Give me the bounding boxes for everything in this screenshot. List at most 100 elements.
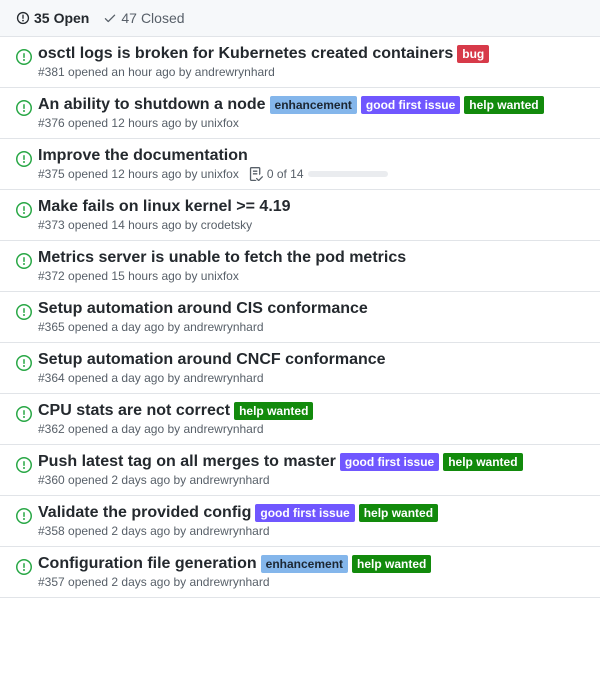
issue-label[interactable]: help wanted [359, 504, 438, 522]
issue-meta: #376 opened 12 hours ago by unixfox [38, 116, 584, 130]
issue-body: Setup automation around CIS conformance #… [38, 300, 584, 334]
issue-row: CPU stats are not correcthelp wanted #362… [0, 394, 600, 445]
issue-body: Improve the documentation #375 opened 12 … [38, 147, 584, 181]
issue-title-link[interactable]: Setup automation around CIS conformance [38, 300, 368, 318]
issue-title-row: An ability to shutdown a nodeenhancement… [38, 96, 584, 114]
issue-title-link[interactable]: Make fails on linux kernel >= 4.19 [38, 198, 291, 216]
issue-open-icon [16, 300, 38, 334]
issue-label[interactable]: help wanted [352, 555, 431, 573]
issue-title-link[interactable]: An ability to shutdown a node [38, 96, 266, 114]
issue-title-row: Metrics server is unable to fetch the po… [38, 249, 584, 267]
issue-open-icon [16, 198, 38, 232]
issue-body: Push latest tag on all merges to masterg… [38, 453, 584, 487]
tab-closed-label: Closed [141, 10, 185, 26]
issue-label[interactable]: enhancement [270, 96, 357, 114]
issue-open-icon [16, 351, 38, 385]
issue-title-link[interactable]: Configuration file generation [38, 555, 257, 573]
issue-labels: good first issuehelp wanted [340, 453, 523, 471]
issue-open-icon [16, 504, 38, 538]
issue-body: Configuration file generationenhancement… [38, 555, 584, 589]
issue-meta-text: #360 opened 2 days ago by andrewrynhard [38, 473, 270, 487]
issue-label[interactable]: good first issue [255, 504, 354, 522]
issue-title-link[interactable]: CPU stats are not correct [38, 402, 230, 420]
issue-meta: #365 opened a day ago by andrewrynhard [38, 320, 584, 334]
tab-open-count: 35 [34, 10, 50, 26]
issue-title-row: Make fails on linux kernel >= 4.19 [38, 198, 584, 216]
issue-meta: #357 opened 2 days ago by andrewrynhard [38, 575, 584, 589]
issue-open-icon [16, 555, 38, 589]
issue-open-icon [16, 45, 38, 79]
issue-label[interactable]: good first issue [340, 453, 439, 471]
issue-open-icon [16, 402, 38, 436]
issue-labels: enhancementgood first issuehelp wanted [270, 96, 544, 114]
issue-meta: #362 opened a day ago by andrewrynhard [38, 422, 584, 436]
issue-open-icon [16, 96, 38, 130]
check-icon [103, 11, 117, 25]
issue-title-link[interactable]: Metrics server is unable to fetch the po… [38, 249, 406, 267]
issue-meta-text: #381 opened an hour ago by andrewrynhard [38, 65, 275, 79]
issue-row: Configuration file generationenhancement… [0, 547, 600, 598]
issue-tabs: 35 Open 47 Closed [0, 0, 600, 37]
issue-label[interactable]: help wanted [464, 96, 543, 114]
issue-row: Improve the documentation #375 opened 12 … [0, 139, 600, 190]
issue-open-icon [16, 249, 38, 283]
issue-title-link[interactable]: osctl logs is broken for Kubernetes crea… [38, 45, 453, 63]
issue-title-row: Setup automation around CIS conformance [38, 300, 584, 318]
issue-meta-text: #362 opened a day ago by andrewrynhard [38, 422, 264, 436]
issue-meta: #381 opened an hour ago by andrewrynhard [38, 65, 584, 79]
tab-closed[interactable]: 47 Closed [103, 10, 184, 26]
issue-list: osctl logs is broken for Kubernetes crea… [0, 37, 600, 598]
issue-meta-text: #373 opened 14 hours ago by crodetsky [38, 218, 252, 232]
issue-meta-text: #358 opened 2 days ago by andrewrynhard [38, 524, 270, 538]
issue-body: Validate the provided configgood first i… [38, 504, 584, 538]
issue-title-link[interactable]: Validate the provided config [38, 504, 251, 522]
issue-title-row: Validate the provided configgood first i… [38, 504, 584, 522]
issue-open-icon [16, 147, 38, 181]
issue-title-link[interactable]: Setup automation around CNCF conformance [38, 351, 386, 369]
issue-title-row: Configuration file generationenhancement… [38, 555, 584, 573]
issue-title-row: Setup automation around CNCF conformance [38, 351, 584, 369]
issue-labels: enhancementhelp wanted [261, 555, 432, 573]
issue-meta-text: #364 opened a day ago by andrewrynhard [38, 371, 264, 385]
issue-meta-text: #365 opened a day ago by andrewrynhard [38, 320, 264, 334]
issue-row: Setup automation around CIS conformance #… [0, 292, 600, 343]
issue-label[interactable]: help wanted [234, 402, 313, 420]
issue-meta: #375 opened 12 hours ago by unixfox 0 of … [38, 167, 584, 181]
issue-open-icon [16, 453, 38, 487]
task-progress: 0 of 14 [249, 167, 388, 181]
issue-label[interactable]: help wanted [443, 453, 522, 471]
issue-label[interactable]: bug [457, 45, 489, 63]
issue-meta: #373 opened 14 hours ago by crodetsky [38, 218, 584, 232]
issue-meta: #360 opened 2 days ago by andrewrynhard [38, 473, 584, 487]
issue-row: Setup automation around CNCF conformance… [0, 343, 600, 394]
issue-body: Metrics server is unable to fetch the po… [38, 249, 584, 283]
tab-closed-count: 47 [121, 10, 137, 26]
issue-meta: #372 opened 15 hours ago by unixfox [38, 269, 584, 283]
issue-row: An ability to shutdown a nodeenhancement… [0, 88, 600, 139]
issue-meta-text: #357 opened 2 days ago by andrewrynhard [38, 575, 270, 589]
issue-title-link[interactable]: Improve the documentation [38, 147, 248, 165]
issue-body: Setup automation around CNCF conformance… [38, 351, 584, 385]
issue-title-row: Improve the documentation [38, 147, 584, 165]
issue-row: Validate the provided configgood first i… [0, 496, 600, 547]
tab-open-label: Open [54, 10, 90, 26]
issue-body: osctl logs is broken for Kubernetes crea… [38, 45, 584, 79]
issue-title-row: CPU stats are not correcthelp wanted [38, 402, 584, 420]
issue-body: Make fails on linux kernel >= 4.19 #373 o… [38, 198, 584, 232]
issue-body: CPU stats are not correcthelp wanted #362… [38, 402, 584, 436]
issue-row: Push latest tag on all merges to masterg… [0, 445, 600, 496]
issue-labels: bug [457, 45, 489, 63]
tab-open[interactable]: 35 Open [16, 10, 89, 26]
task-progress-bar [308, 171, 388, 177]
issue-label[interactable]: good first issue [361, 96, 460, 114]
issue-title-row: Push latest tag on all merges to masterg… [38, 453, 584, 471]
issue-labels: good first issue help wanted [255, 504, 438, 522]
issue-row: Metrics server is unable to fetch the po… [0, 241, 600, 292]
issue-body: An ability to shutdown a nodeenhancement… [38, 96, 584, 130]
issue-label[interactable]: enhancement [261, 555, 348, 573]
task-progress-text: 0 of 14 [267, 167, 304, 181]
issue-title-link[interactable]: Push latest tag on all merges to master [38, 453, 336, 471]
issue-meta: #364 opened a day ago by andrewrynhard [38, 371, 584, 385]
issue-meta: #358 opened 2 days ago by andrewrynhard [38, 524, 584, 538]
issue-meta-text: #375 opened 12 hours ago by unixfox [38, 167, 239, 181]
